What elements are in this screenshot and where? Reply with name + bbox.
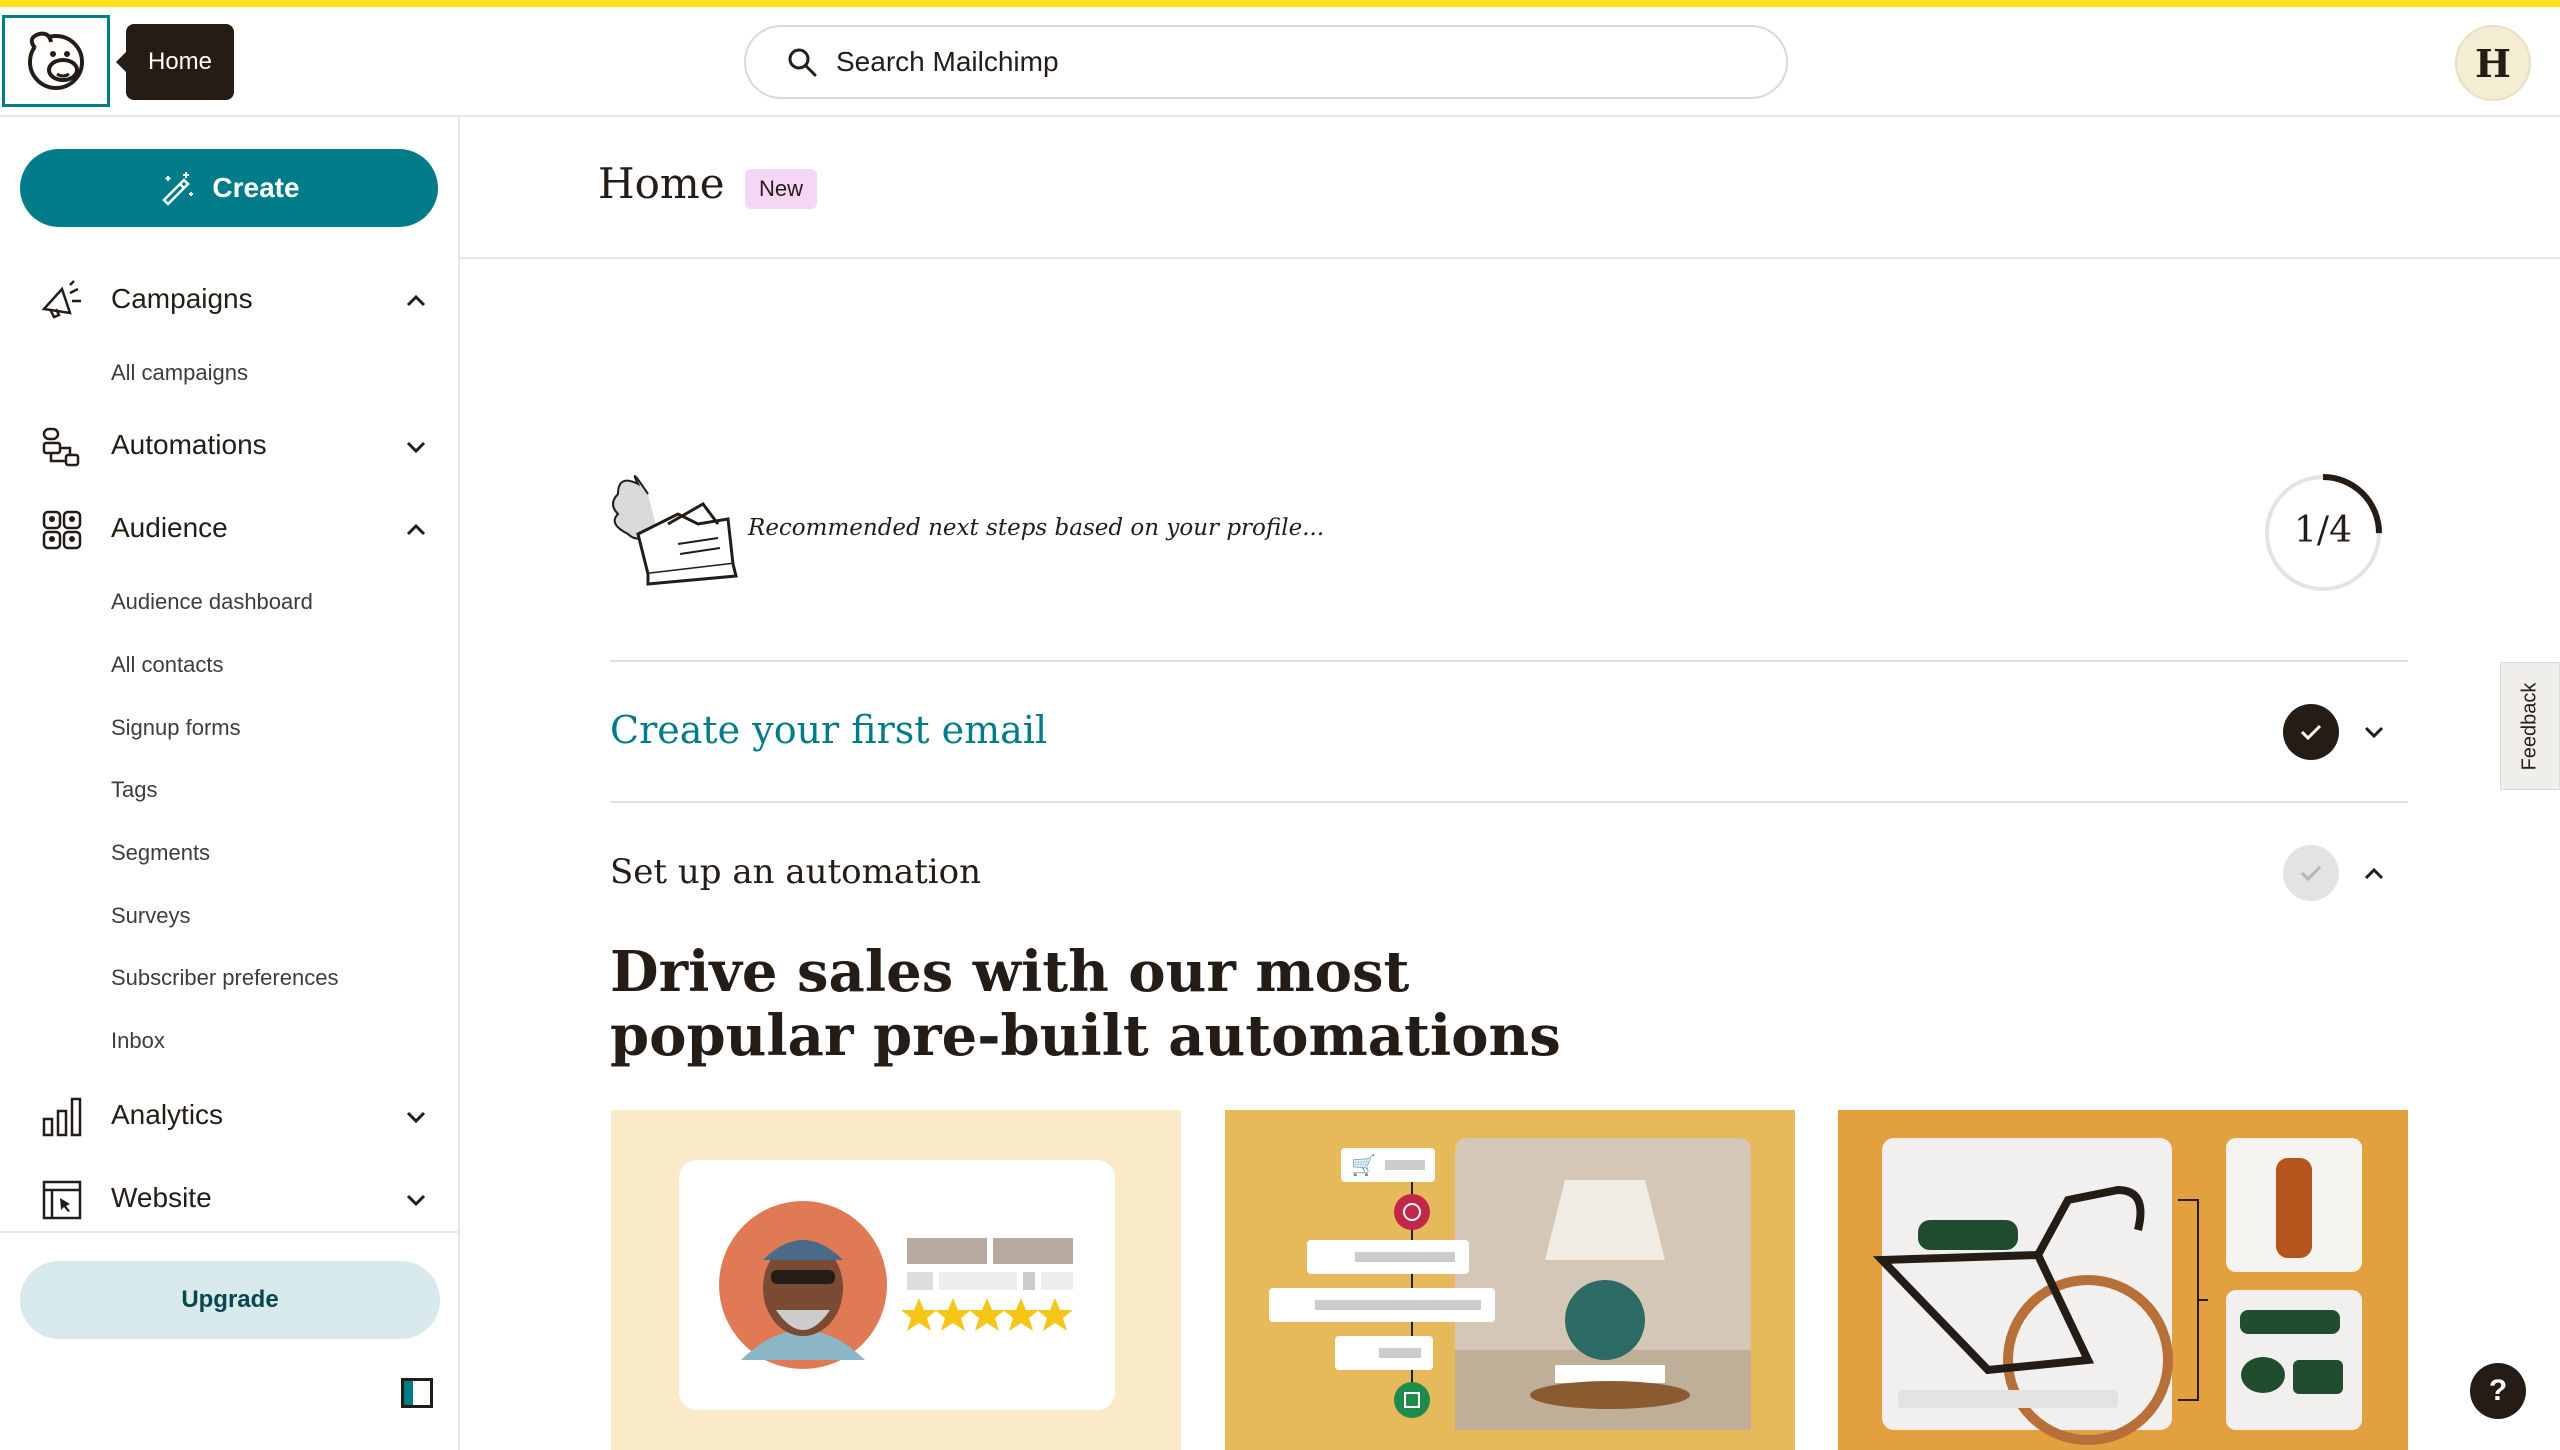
nav-subscriber-preferences[interactable]: Subscriber preferences	[111, 965, 338, 991]
divider	[610, 801, 2408, 803]
chevron-down-icon[interactable]	[404, 435, 428, 459]
magic-wand-icon	[162, 172, 194, 206]
collapse-sidebar-icon[interactable]	[401, 1378, 433, 1408]
nav-automations[interactable]: Automations	[0, 415, 458, 475]
automation-card-review[interactable]	[611, 1110, 1181, 1450]
chevron-down-icon[interactable]	[2362, 720, 2386, 744]
chevron-up-icon[interactable]	[404, 518, 428, 542]
megaphone-icon	[41, 280, 81, 319]
chevron-up-icon[interactable]	[2362, 862, 2386, 886]
check-done-icon	[2283, 704, 2339, 760]
nav-surveys[interactable]: Surveys	[111, 903, 190, 929]
nav-tags[interactable]: Tags	[111, 777, 157, 803]
nav-automations-label: Automations	[111, 429, 267, 460]
nav-segments[interactable]: Segments	[111, 840, 210, 866]
sidebar: Create Campaigns All campaigns Automatio…	[0, 117, 460, 1450]
website-icon	[42, 1180, 82, 1220]
bar-chart-icon	[42, 1097, 82, 1137]
home-tooltip: Home	[115, 24, 235, 100]
chevron-down-icon[interactable]	[404, 1188, 428, 1212]
step-set-up-automation[interactable]: Set up an automation	[610, 852, 981, 892]
nav-analytics[interactable]: Analytics	[0, 1085, 458, 1145]
abandoned-cart-illustration: 🛒	[1269, 1138, 1751, 1430]
review-illustration	[679, 1160, 1115, 1410]
automation-card-product-recommendation[interactable]	[1838, 1110, 2408, 1450]
promo-heading: Drive sales with our most popular pre-bu…	[610, 939, 1561, 1069]
nav-signup-forms[interactable]: Signup forms	[111, 715, 241, 741]
upgrade-button[interactable]: Upgrade	[20, 1261, 440, 1339]
product-recommendation-illustration	[1872, 1138, 2362, 1445]
chevron-up-icon[interactable]	[404, 289, 428, 313]
search-bar[interactable]: Search Mailchimp	[744, 25, 1788, 99]
nav-audience[interactable]: Audience	[0, 498, 458, 558]
audience-icon	[42, 510, 82, 550]
shoe-illustration-icon	[612, 475, 738, 586]
nav-analytics-label: Analytics	[111, 1099, 224, 1130]
progress-label: 1/4	[2294, 510, 2352, 551]
sidebar-divider	[0, 1231, 458, 1233]
nav-website[interactable]: Website	[0, 1168, 458, 1228]
search-icon	[788, 48, 817, 77]
search-placeholder: Search Mailchimp	[836, 46, 1059, 77]
check-pending-icon	[2283, 845, 2339, 901]
workflow-icon	[42, 427, 80, 467]
nav-campaigns[interactable]: Campaigns	[0, 269, 458, 329]
automation-card-abandoned-cart[interactable]: 🛒	[1225, 1110, 1795, 1450]
create-button[interactable]: Create	[20, 149, 438, 227]
nav-audience-label: Audience	[111, 512, 228, 543]
top-bar: Home Search Mailchimp H	[0, 7, 2560, 117]
divider	[610, 660, 2408, 662]
nav-website-label: Website	[111, 1182, 212, 1213]
create-label: Create	[212, 172, 300, 203]
feedback-label: Feedback	[2518, 682, 2541, 770]
account-avatar[interactable]: H	[2455, 25, 2531, 101]
page-title: Home	[598, 159, 725, 208]
help-button[interactable]: ?	[2470, 1363, 2526, 1419]
chevron-down-icon[interactable]	[404, 1105, 428, 1129]
svg-text:🛒: 🛒	[1351, 1153, 1376, 1177]
freddie-logo-icon	[28, 31, 84, 90]
recommend-text: Recommended next steps based on your pro…	[748, 515, 1325, 541]
mailchimp-logo-home-link[interactable]	[2, 15, 110, 107]
feedback-tab[interactable]: Feedback	[2500, 662, 2560, 790]
nav-inbox[interactable]: Inbox	[111, 1028, 165, 1054]
new-badge: New	[745, 169, 818, 209]
brand-stripe	[0, 0, 2560, 7]
nav-all-contacts[interactable]: All contacts	[111, 652, 224, 678]
page-header: Home New	[460, 117, 2560, 259]
nav-campaigns-label: Campaigns	[111, 283, 253, 314]
nav-all-campaigns[interactable]: All campaigns	[111, 360, 248, 386]
step-create-first-email[interactable]: Create your first email	[610, 708, 1047, 752]
nav-audience-dashboard[interactable]: Audience dashboard	[111, 589, 313, 615]
